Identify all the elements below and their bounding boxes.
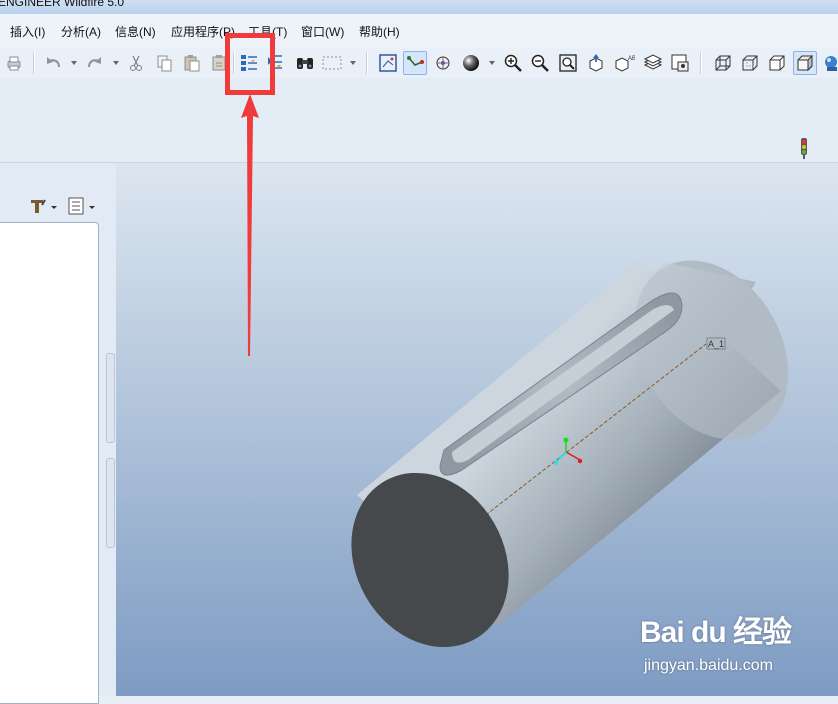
menu-window[interactable]: 窗口(W) (301, 23, 344, 40)
zoom-in-icon[interactable] (501, 51, 525, 75)
undo-icon[interactable] (41, 51, 65, 75)
menu-info[interactable]: 信息(N) (115, 23, 156, 40)
pointer-arrow (241, 94, 259, 356)
secondary-toolbar-area (0, 78, 838, 163)
refit-icon[interactable] (556, 51, 580, 75)
panel-sash-lower[interactable] (106, 458, 115, 548)
enhanced-realism-icon[interactable] (820, 51, 838, 75)
tree-columns-icon[interactable] (66, 196, 100, 216)
copy-icon[interactable] (152, 51, 176, 75)
redo-icon[interactable] (83, 51, 107, 75)
settings-icon[interactable] (28, 196, 62, 216)
layers-icon[interactable] (641, 51, 665, 75)
model-tree-panel (0, 163, 116, 704)
select-box-icon[interactable] (320, 51, 344, 75)
axis-label[interactable]: A_1 (708, 339, 724, 349)
shading-dropdown-icon[interactable] (489, 61, 495, 65)
undo-dropdown-icon[interactable] (71, 61, 77, 65)
window-title: ENGINEER Wildfire 5.0 (0, 0, 125, 9)
watermark-logo: Bai du 经验 (640, 616, 792, 649)
no-hidden-icon[interactable] (765, 51, 789, 75)
highlight-box (225, 33, 275, 95)
watermark-url: jingyan.baidu.com (644, 657, 773, 674)
menu-bar: 插入(I) 分析(A) 信息(N) 应用程序(P) 工具(T) 窗口(W) 帮助… (0, 14, 838, 49)
shading-icon[interactable] (793, 51, 817, 75)
menu-help[interactable]: 帮助(H) (359, 23, 400, 40)
find-icon[interactable] (293, 51, 317, 75)
orient-view-icon[interactable] (376, 51, 400, 75)
redo-dropdown-icon[interactable] (113, 61, 119, 65)
spin-center-icon[interactable] (431, 51, 455, 75)
baidu-watermark: Bai du 经验 jingyan.baidu.com (640, 607, 830, 687)
hidden-line-icon[interactable] (738, 51, 762, 75)
cut-icon[interactable] (124, 51, 148, 75)
select-dropdown-icon[interactable] (350, 61, 356, 65)
window-titlebar: ENGINEER Wildfire 5.0 (0, 0, 838, 14)
paste-icon[interactable] (180, 51, 204, 75)
menu-insert[interactable]: 插入(I) (10, 23, 45, 40)
menu-analysis[interactable]: 分析(A) (61, 23, 101, 40)
main-toolbar: AB (0, 48, 838, 78)
view-manager-icon[interactable] (668, 51, 692, 75)
print-icon[interactable] (2, 51, 26, 75)
model-tree[interactable] (0, 222, 99, 704)
reorient-icon[interactable] (584, 51, 608, 75)
svg-text:AB: AB (628, 56, 635, 62)
wireframe-icon[interactable] (711, 51, 735, 75)
zoom-out-icon[interactable] (528, 51, 552, 75)
saved-views-icon[interactable]: AB (612, 51, 636, 75)
traffic-light-icon[interactable] (797, 136, 811, 160)
datum-display-icon[interactable] (403, 51, 427, 75)
shading-sphere-icon[interactable] (459, 51, 483, 75)
panel-sash-upper[interactable] (106, 353, 115, 443)
